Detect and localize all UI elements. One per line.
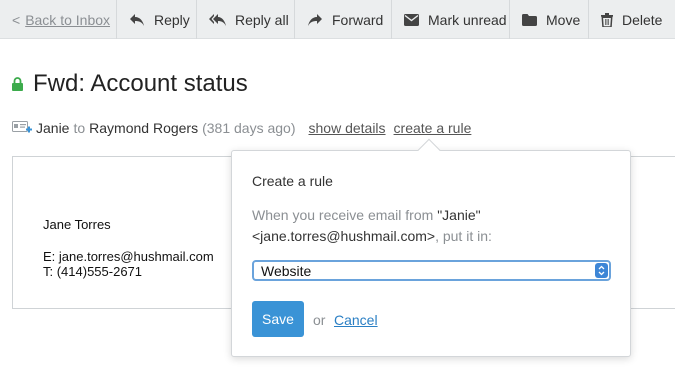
rule-desc-prefix: When you receive email from xyxy=(252,207,438,223)
reply-all-button[interactable]: Reply all xyxy=(197,0,295,39)
forward-button[interactable]: Forward xyxy=(295,0,392,39)
message-age: (381 days ago) xyxy=(202,120,296,136)
popover-title: Create a rule xyxy=(252,173,333,189)
mark-unread-button[interactable]: Mark unread xyxy=(392,0,510,39)
reply-button[interactable]: Reply xyxy=(117,0,197,39)
forward-label: Forward xyxy=(332,11,384,28)
signature-name: Jane Torres xyxy=(43,217,111,232)
signature-email: E: jane.torres@hushmail.com xyxy=(43,249,214,264)
reply-all-icon xyxy=(209,13,226,26)
popover-arrow xyxy=(417,138,441,162)
back-to-inbox-link[interactable]: < Back to Inbox xyxy=(0,0,117,39)
folder-icon xyxy=(522,13,537,26)
folder-select[interactable]: Website xyxy=(252,260,611,281)
show-details-link[interactable]: show details xyxy=(309,120,386,136)
create-rule-link[interactable]: create a rule xyxy=(394,120,472,136)
recipient-name[interactable]: Raymond Rogers xyxy=(89,120,198,136)
chevron-left-icon: < xyxy=(12,11,21,28)
envelope-icon xyxy=(404,13,419,26)
or-text: or xyxy=(313,312,326,328)
to-word: to xyxy=(73,120,86,136)
create-rule-popover: Create a rule When you receive email fro… xyxy=(231,138,631,357)
trash-icon xyxy=(601,12,613,27)
select-arrows-icon xyxy=(595,263,608,278)
rule-sender-email: <jane.torres@hushmail.com> xyxy=(252,228,436,244)
mark-unread-label: Mark unread xyxy=(428,11,507,28)
forward-icon xyxy=(308,13,322,26)
move-button[interactable]: Move xyxy=(510,0,589,39)
rule-desc-suffix: , put it in: xyxy=(435,228,492,244)
toolbar: < Back to Inbox Reply Reply all Forward … xyxy=(0,0,675,39)
move-label: Move xyxy=(546,11,581,28)
reply-label: Reply xyxy=(154,11,190,28)
cancel-link[interactable]: Cancel xyxy=(334,312,378,328)
delete-button[interactable]: Delete xyxy=(589,0,675,39)
sender-row: Janie to Raymond Rogers (381 days ago) s… xyxy=(12,120,471,136)
back-to-inbox-label: Back to Inbox xyxy=(25,11,111,28)
reply-all-label: Reply all xyxy=(235,11,289,28)
rule-description: When you receive email from "Janie" <jane… xyxy=(252,205,612,247)
delete-label: Delete xyxy=(622,11,663,28)
reply-icon xyxy=(130,13,144,26)
folder-select-value: Website xyxy=(261,262,312,279)
lock-icon xyxy=(12,77,23,91)
rule-sender-name: "Janie" xyxy=(437,207,481,223)
sender-name[interactable]: Janie xyxy=(36,120,69,136)
message-subject: Fwd: Account status xyxy=(33,70,248,97)
signature-phone: T: (414)555-2671 xyxy=(43,264,143,279)
save-button[interactable]: Save xyxy=(252,301,304,337)
subject-row: Fwd: Account status xyxy=(12,70,248,98)
add-contact-icon xyxy=(12,121,32,133)
